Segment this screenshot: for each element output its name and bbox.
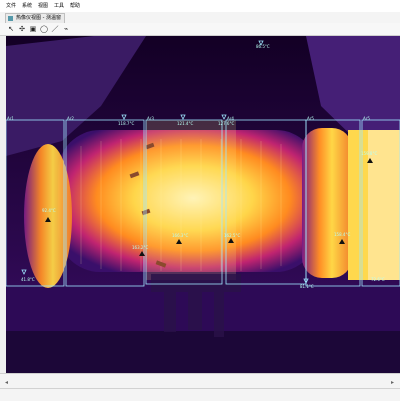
ellipse-icon[interactable]: ◯ [40,25,48,33]
ar3-upper-value: 121.4°C [177,121,194,126]
rectangle-icon[interactable]: ▣ [29,25,37,33]
ar4-upper-value: 127.6°C [218,121,235,126]
ar4-lower-value: 162.5°C [224,233,241,238]
menu-tools[interactable]: 工具 [54,2,64,9]
roi-label-ar1: Ar1 [7,116,14,121]
camera-icon [8,16,13,21]
cursor-icon[interactable]: ↖ [7,25,15,33]
ar5-lower-value: 158.4°C [334,232,351,237]
line-icon[interactable]: ／ [51,25,59,33]
crosshair-icon[interactable]: ✣ [18,25,26,33]
thermal-image-viewer: 86.5°C Ar1 Ar2 Ar3 Ar4 Ar5 Ar5 92.4°C 41… [6,36,400,373]
ar2-upper-value: 118.7°C [118,121,135,126]
tab-label: 热像仪视图 - 测温窗 [16,15,61,21]
roi-label-ar5-left: Ar5 [307,116,314,121]
right-upper-value: 159.8°C [361,151,378,156]
menu-system[interactable]: 系统 [22,2,32,9]
roi-label-ar5-right: Ar5 [363,116,370,121]
menu-help[interactable]: 帮助 [70,2,80,9]
ar1-lower-value: 41.8°C [21,277,35,282]
roi-label-ar3: Ar3 [147,116,154,121]
ar1-upper-value: 92.4°C [42,208,56,213]
tab-thermal-view[interactable]: 热像仪视图 - 测温窗 [5,13,65,23]
thermal-app-window: 文件 系统 视图 工具 帮助 热像仪视图 - 测温窗 ↖ ✣ ▣ ◯ ／ ⌁ 8… [0,0,400,401]
scroll-right-icon[interactable]: ▸ [391,379,394,386]
menu-view[interactable]: 视图 [38,2,48,9]
ar5-upper-value: 81.1°C [300,284,314,289]
polyline-icon[interactable]: ⌁ [62,25,70,33]
thermal-image [6,36,400,373]
ar3-lower-value: 166.3°C [172,233,189,238]
top-temp-label: 86.5°C [256,44,270,49]
ar2-lower-value: 163.2°C [132,245,149,250]
roi-label-ar2: Ar2 [67,116,74,121]
right-lower-value: 72.6°C [371,277,385,282]
status-divider [0,388,400,389]
menu-file[interactable]: 文件 [6,2,16,9]
scroll-left-icon[interactable]: ◂ [5,379,8,386]
toolbar: ↖ ✣ ▣ ◯ ／ ⌁ [0,23,400,36]
bottom-status-area: ◂ ▸ [0,373,400,401]
